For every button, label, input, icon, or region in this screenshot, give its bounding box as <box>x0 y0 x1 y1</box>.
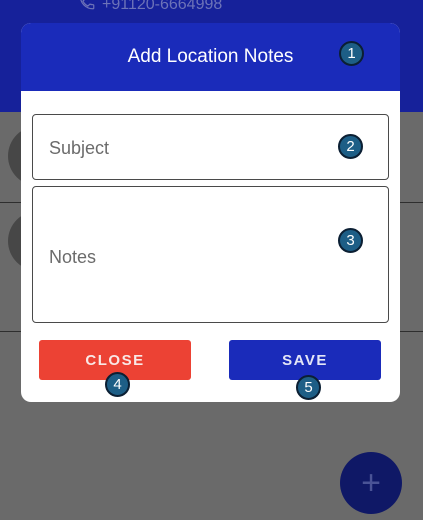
add-location-notes-dialog: Add Location Notes Subject Notes CLOSE S… <box>21 23 400 402</box>
notes-placeholder: Notes <box>49 247 97 267</box>
dialog-title: Add Location Notes <box>127 46 294 67</box>
marker-3: 3 <box>338 228 363 253</box>
phone-icon <box>78 0 96 16</box>
marker-4: 4 <box>105 372 130 397</box>
subject-placeholder: Subject <box>49 138 110 158</box>
subject-input[interactable]: Subject <box>32 114 389 180</box>
plus-icon: + <box>361 463 381 502</box>
save-button[interactable]: SAVE <box>229 340 381 380</box>
marker-5: 5 <box>296 375 321 400</box>
phone-number: +91120-6664998 <box>102 0 223 13</box>
marker-1: 1 <box>339 41 364 66</box>
notes-textarea[interactable]: Notes <box>32 186 389 323</box>
marker-2: 2 <box>338 134 363 159</box>
add-fab-button[interactable]: + <box>340 452 402 514</box>
phone-contact[interactable]: +91120-6664998 <box>78 0 222 16</box>
